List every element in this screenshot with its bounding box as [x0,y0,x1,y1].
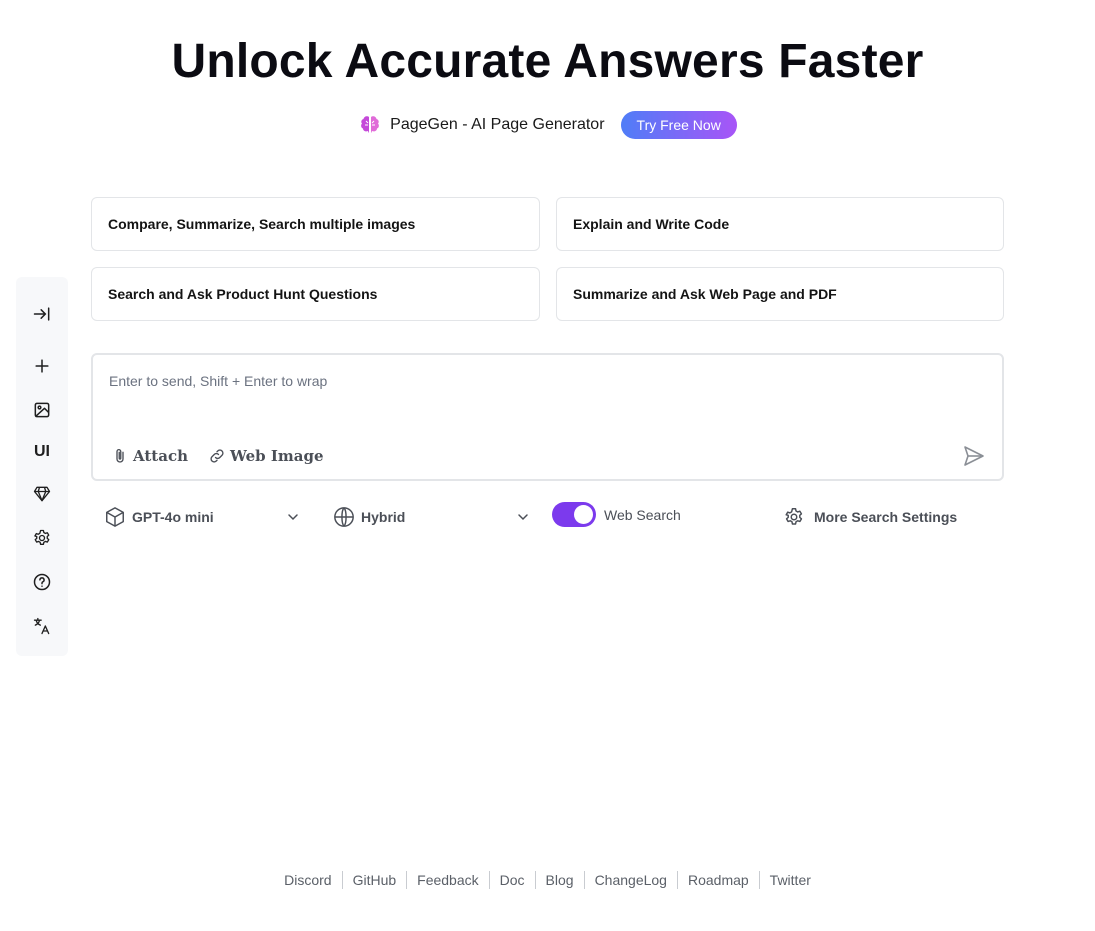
link-icon [210,449,224,463]
chevron-down-icon[interactable] [287,511,299,523]
footer-link-blog[interactable]: Blog [534,871,584,889]
gear-icon [34,529,50,545]
page: Unlock Accurate Answers Faster PageGen -… [0,0,1095,931]
search-mode-select[interactable]: Hybrid [333,503,405,531]
language-button[interactable] [30,614,54,638]
cube-icon [106,507,124,527]
web-search-toggle[interactable] [552,502,596,527]
gear-icon [785,508,803,525]
collapse-sidebar-button[interactable] [30,302,54,326]
plus-icon [35,359,49,373]
model-select[interactable]: GPT-4o mini [104,503,214,531]
send-button[interactable] [962,444,986,468]
search-mode-value: Hybrid [361,509,406,525]
chat-input[interactable] [109,373,969,429]
chevron-down-icon[interactable] [517,511,529,523]
more-search-settings-button[interactable]: More Search Settings [783,503,957,531]
collapse-sidebar-icon [33,307,50,321]
web-search-label: Web Search [604,507,681,523]
footer: Discord GitHub Feedback Doc Blog ChangeL… [0,871,1095,889]
promo-text: PageGen - AI Page Generator [390,116,605,133]
page-title: Unlock Accurate Answers Faster [171,35,924,88]
footer-link-discord[interactable]: Discord [274,871,341,889]
premium-button[interactable] [30,482,54,506]
paperclip-icon [116,448,124,463]
more-search-settings-label: More Search Settings [814,509,958,525]
toggle-knob [574,505,593,524]
footer-link-changelog[interactable]: ChangeLog [583,871,677,889]
help-button[interactable] [30,570,54,594]
attach-button[interactable]: Attach [111,447,188,465]
footer-link-twitter[interactable]: Twitter [758,871,821,889]
image-button[interactable] [30,398,54,422]
promo-banner: PageGen - AI Page Generator Try Free Now [0,111,1095,139]
web-image-label: Web Image [230,447,324,465]
footer-link-github[interactable]: GitHub [341,871,407,889]
chat-input-box: Attach Web Image [91,353,1004,481]
brain-icon [358,113,382,137]
try-free-button[interactable]: Try Free Now [620,111,737,139]
sidebar: UI [16,277,68,656]
help-icon [33,573,51,591]
footer-link-feedback[interactable]: Feedback [406,871,488,889]
ui-button[interactable]: UI [30,440,54,464]
send-icon [964,446,984,466]
attach-label: Attach [133,447,188,465]
suggestion-card[interactable]: Search and Ask Product Hunt Questions [91,267,540,321]
suggestion-card[interactable]: Compare, Summarize, Search multiple imag… [91,197,540,251]
web-image-button[interactable]: Web Image [208,447,324,465]
suggestion-card[interactable]: Explain and Write Code [556,197,1004,251]
globe-icon [334,507,354,527]
new-chat-button[interactable] [30,354,54,378]
translate-icon [33,617,50,635]
footer-link-doc[interactable]: Doc [488,871,535,889]
diamond-icon [33,486,51,502]
footer-link-roadmap[interactable]: Roadmap [676,871,759,889]
settings-button[interactable] [30,526,54,550]
suggestion-card[interactable]: Summarize and Ask Web Page and PDF [556,267,1004,321]
model-value: GPT-4o mini [132,509,214,525]
image-icon [34,402,50,418]
